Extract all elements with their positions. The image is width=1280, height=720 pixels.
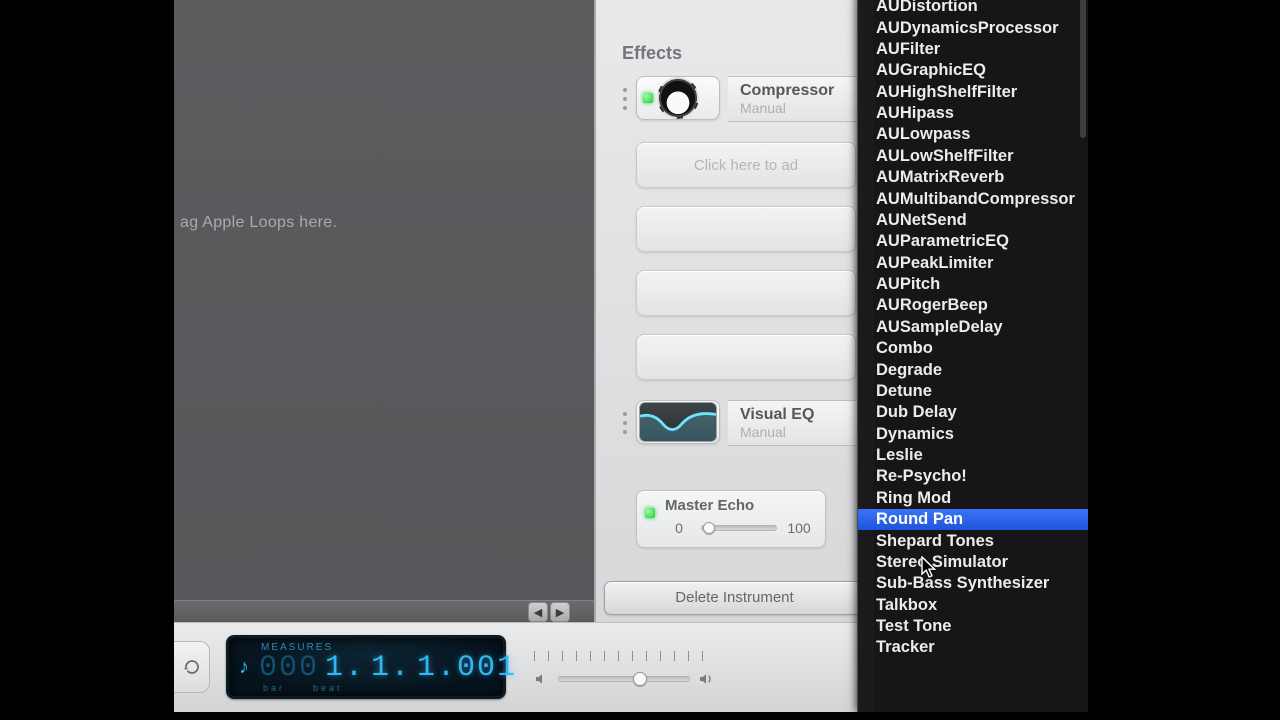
effect-name: Visual EQ xyxy=(740,406,875,424)
menu-item[interactable]: AURogerBeep xyxy=(858,295,1088,316)
drag-handle-icon[interactable] xyxy=(620,410,630,436)
app-stage: ag Apple Loops here. ◀ ▶ Effects Compres… xyxy=(174,0,1099,720)
note-icon: ♪ xyxy=(239,656,249,679)
menu-item[interactable]: Leslie xyxy=(858,445,1088,466)
echo-min: 0 xyxy=(665,520,693,536)
menu-item[interactable]: AUMatrixReverb xyxy=(858,167,1088,188)
menu-item[interactable]: AUSampleDelay xyxy=(858,317,1088,338)
menu-item[interactable]: Dub Delay xyxy=(858,402,1088,423)
menu-item[interactable]: AUGraphicEQ xyxy=(858,60,1088,81)
echo-enabled-led[interactable] xyxy=(645,508,655,518)
menu-item[interactable]: Detune xyxy=(858,381,1088,402)
menu-item[interactable]: Stereo Simulator xyxy=(858,552,1088,573)
menu-item[interactable]: AUNetSend xyxy=(858,210,1088,231)
lcd-position: 0001. 1. 1.001 xyxy=(259,651,517,685)
lcd-sub-labels: bar beat xyxy=(263,683,517,693)
menu-item[interactable]: AUHighShelfFilter xyxy=(858,82,1088,103)
menu-item[interactable]: AUPitch xyxy=(858,274,1088,295)
volume-slider-thumb[interactable] xyxy=(633,672,647,686)
scroll-left-button[interactable]: ◀ xyxy=(528,602,548,622)
inspector-top-partial xyxy=(636,0,856,4)
menu-item[interactable]: Tracker xyxy=(858,637,1088,658)
menu-item[interactable]: AUPeakLimiter xyxy=(858,253,1088,274)
empty-effect-slot[interactable] xyxy=(636,206,856,252)
effect-name: Compressor xyxy=(740,82,875,100)
cycle-button[interactable] xyxy=(174,641,210,693)
echo-slider-thumb[interactable] xyxy=(703,522,715,534)
menu-item[interactable]: Combo xyxy=(858,338,1088,359)
add-effect-hint: Click here to ad xyxy=(694,157,798,174)
menu-item[interactable]: Dynamics xyxy=(858,424,1088,445)
echo-slider[interactable] xyxy=(701,525,777,531)
menu-item[interactable]: Ring Mod xyxy=(858,488,1088,509)
menu-scrollbar[interactable] xyxy=(1080,0,1086,138)
track-inspector: Effects Compressor Manual Click here to … xyxy=(594,0,874,622)
knob-icon xyxy=(658,78,698,118)
menu-item[interactable]: AUDynamicsProcessor xyxy=(858,17,1088,38)
master-volume-slider[interactable] xyxy=(558,676,690,682)
echo-max: 100 xyxy=(785,520,813,536)
arrange-drop-hint: ag Apple Loops here. xyxy=(180,214,337,232)
effect-preset: Manual xyxy=(740,424,875,440)
effects-section-label: Effects xyxy=(622,43,682,64)
compressor-meta[interactable]: Compressor Manual xyxy=(728,76,876,122)
lcd-display[interactable]: ♪ MEASURES 0001. 1. 1.001 bar beat xyxy=(226,635,506,699)
effects-dropdown-menu[interactable]: AUDistortionAUDynamicsProcessorAUFilterA… xyxy=(857,0,1089,712)
menu-item[interactable]: Shepard Tones xyxy=(858,530,1088,551)
menu-item[interactable]: Talkbox xyxy=(858,595,1088,616)
effect-enabled-led[interactable] xyxy=(643,93,653,103)
eq-curve-icon xyxy=(639,402,717,442)
effect-row-compressor: Compressor Manual xyxy=(620,76,876,122)
master-echo-block: Master Echo 0 100 xyxy=(636,490,826,548)
visual-eq-thumbnail[interactable] xyxy=(636,400,720,444)
delete-instrument-button[interactable]: Delete Instrument xyxy=(604,581,865,615)
menu-item[interactable]: AUParametricEQ xyxy=(858,231,1088,252)
effect-row-visual-eq: Visual EQ Manual xyxy=(620,400,876,446)
horizontal-scrollbar[interactable]: ◀ ▶ xyxy=(174,600,594,622)
menu-item[interactable]: AUHipass xyxy=(858,103,1088,124)
scroll-right-button[interactable]: ▶ xyxy=(550,602,570,622)
master-echo-label: Master Echo xyxy=(665,497,813,514)
menu-item[interactable]: AULowpass xyxy=(858,124,1088,145)
arrange-area[interactable]: ag Apple Loops here. xyxy=(174,0,594,607)
menu-item[interactable]: AUDistortion xyxy=(858,0,1088,17)
compressor-thumbnail[interactable] xyxy=(636,76,720,120)
menu-item[interactable]: AUFilter xyxy=(858,39,1088,60)
menu-item[interactable]: Test Tone xyxy=(858,616,1088,637)
menu-item[interactable]: AULowShelfFilter xyxy=(858,146,1088,167)
empty-effect-slot[interactable] xyxy=(636,270,856,316)
speaker-high-icon xyxy=(698,671,714,687)
transport-bar: ♪ MEASURES 0001. 1. 1.001 bar beat xyxy=(174,622,874,712)
visual-eq-meta[interactable]: Visual EQ Manual xyxy=(728,400,876,446)
volume-ticks xyxy=(534,651,714,661)
master-volume-group xyxy=(534,639,714,699)
effect-preset: Manual xyxy=(740,100,875,116)
cycle-icon xyxy=(183,658,201,676)
menu-item[interactable]: Sub-Bass Synthesizer xyxy=(858,573,1088,594)
speaker-low-icon xyxy=(534,671,550,687)
menu-item[interactable]: Degrade xyxy=(858,359,1088,380)
menu-item[interactable]: AUMultibandCompressor xyxy=(858,188,1088,209)
add-effect-slot[interactable]: Click here to ad xyxy=(636,142,856,188)
menu-item[interactable]: Round Pan xyxy=(858,509,1088,530)
drag-handle-icon[interactable] xyxy=(620,86,630,112)
menu-item[interactable]: Re-Psycho! xyxy=(858,466,1088,487)
empty-effect-slot[interactable] xyxy=(636,334,856,380)
